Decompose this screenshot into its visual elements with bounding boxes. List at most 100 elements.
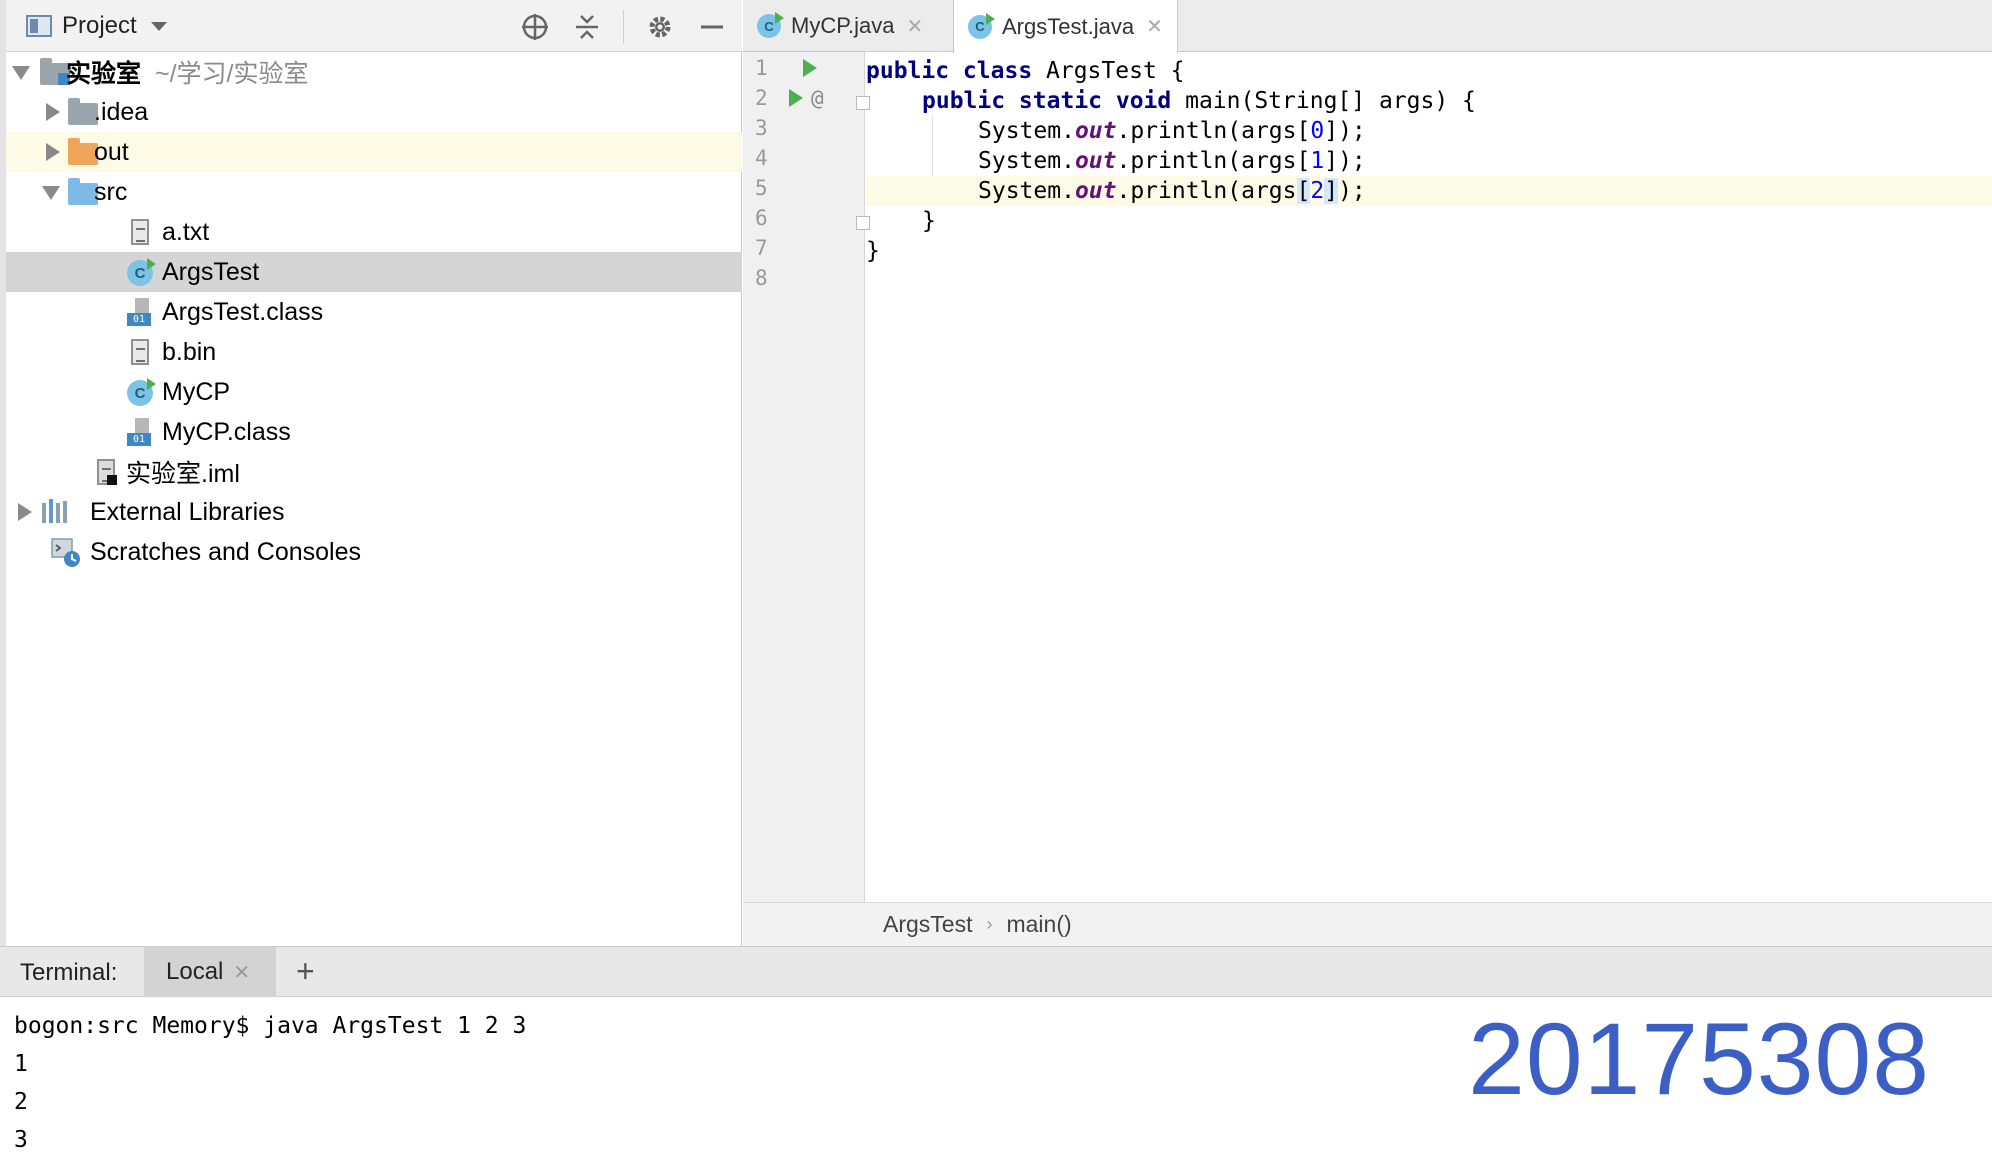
chevron-right-icon: › [986, 914, 993, 934]
terminal-tab-label: Local [166, 958, 224, 985]
line-number: 5 [755, 176, 768, 200]
locate-file-icon[interactable] [519, 11, 551, 43]
expanded-arrow-icon[interactable] [42, 186, 60, 200]
tab-mycp-java[interactable]: C MyCP.java ✕ [743, 0, 937, 52]
line-number: 1 [755, 56, 768, 80]
project-header: Project [6, 0, 742, 52]
tree-label: MyCP [162, 377, 231, 406]
line-number: 6 [755, 206, 768, 230]
tree-label: b.bin [162, 337, 217, 366]
minimize-icon[interactable] [696, 11, 728, 43]
tree-label: MyCP.class [162, 417, 291, 446]
java-class-icon: C [968, 12, 995, 39]
tree-item-argstest[interactable]: C ArgsTest [6, 252, 742, 292]
tree-item-scratches[interactable]: Scratches and Consoles [6, 532, 742, 572]
code-line-3: System.out.println(args[0]); [978, 118, 1366, 144]
code-line-2: public static void main(String[] args) { [922, 88, 1476, 114]
tree-label: ArgsTest [162, 257, 260, 286]
toolbar-separator [623, 10, 624, 44]
code-line-7: } [866, 238, 880, 264]
terminal-output[interactable]: bogon:src Memory$ java ArgsTest 1 2 3 1 2 3 [14, 1007, 526, 1159]
tree-item-mycp[interactable]: C MyCP [6, 372, 742, 412]
collapsed-arrow-icon[interactable] [18, 503, 32, 521]
tree-item-root[interactable]: 实验室 ~/学习/实验室 [6, 52, 742, 92]
code-line-6: } [922, 208, 936, 234]
binary-file-icon: 01 [124, 417, 154, 447]
code-line-1: public class ArgsTest { [866, 58, 1185, 84]
breadcrumb-method[interactable]: main() [1006, 911, 1071, 938]
tree-label: .idea [94, 97, 149, 126]
scratches-icon [50, 537, 80, 567]
tree-item-idea[interactable]: .idea [6, 92, 742, 132]
run-main-icon[interactable] [789, 89, 803, 107]
tab-label: ArgsTest.java [1002, 13, 1135, 39]
tree-label: out [94, 137, 129, 166]
text-file-icon [124, 217, 154, 247]
editor-gutter[interactable]: 1 2 3 4 5 6 7 8 @ [743, 52, 870, 902]
project-view-selector[interactable]: Project [26, 11, 167, 41]
terminal-line: 2 [14, 1089, 28, 1115]
collapsed-arrow-icon[interactable] [46, 143, 60, 161]
terminal-line: bogon:src Memory$ java ArgsTest 1 2 3 [14, 1013, 527, 1039]
java-class-icon: C [124, 257, 156, 287]
project-title: Project [62, 12, 137, 39]
tree-item-out[interactable]: out [6, 132, 742, 172]
tree-item-iml[interactable]: 实验室.iml [6, 452, 742, 492]
root-name: 实验室 [66, 60, 142, 88]
tree-item-a-txt[interactable]: a.txt [6, 212, 742, 252]
expanded-arrow-icon[interactable] [12, 66, 30, 80]
tree-label: ArgsTest.class [162, 297, 324, 326]
line-number: 2 [755, 86, 768, 110]
run-class-icon[interactable] [803, 59, 817, 77]
project-icon [26, 15, 52, 37]
chevron-down-icon [150, 21, 167, 31]
code-editor[interactable]: public class ArgsTest { public static vo… [866, 52, 1992, 902]
code-line-4: System.out.println(args[1]); [978, 148, 1366, 174]
binary-file-icon: 01 [124, 297, 154, 327]
java-class-icon: C [757, 12, 784, 38]
tree-label: Scratches and Consoles [90, 537, 361, 566]
collapsed-arrow-icon[interactable] [46, 103, 60, 121]
terminal-header: Terminal: Local ✕ + [0, 947, 1992, 997]
tree-label: External Libraries [90, 497, 285, 526]
close-icon[interactable]: ✕ [233, 960, 250, 985]
java-class-icon: C [124, 377, 156, 407]
breadcrumb: ArgsTest › main() [743, 902, 1992, 946]
close-icon[interactable]: ✕ [907, 14, 924, 39]
library-icon [40, 497, 70, 527]
tree-label: src [94, 177, 128, 206]
tree-item-src[interactable]: src [6, 172, 742, 212]
line-number: 4 [755, 146, 768, 170]
line-number: 7 [755, 236, 768, 260]
line-number: 8 [755, 266, 768, 290]
tab-label: MyCP.java [791, 13, 895, 38]
tree-item-argstest-class[interactable]: 01 ArgsTest.class [6, 292, 742, 332]
line-number: 3 [755, 116, 768, 140]
terminal-line: 1 [14, 1051, 28, 1077]
terminal-tab-local[interactable]: Local ✕ [144, 947, 276, 997]
tab-argstest-java[interactable]: C ArgsTest.java ✕ [953, 0, 1178, 53]
tree-item-mycp-class[interactable]: 01 MyCP.class [6, 412, 742, 452]
gear-icon[interactable] [644, 11, 676, 43]
root-path: ~/学习/实验室 [155, 60, 309, 88]
text-file-icon [124, 337, 154, 367]
project-tool-window: Project 实验室 ~/学习/实验室 .idea out src a.txt… [0, 0, 742, 946]
module-file-icon [90, 457, 120, 487]
terminal-line: 3 [14, 1127, 28, 1153]
breadcrumb-class[interactable]: ArgsTest [883, 911, 972, 938]
student-id-watermark: 20175308 [1468, 1002, 1930, 1116]
tree-item-b-bin[interactable]: b.bin [6, 332, 742, 372]
code-line-5: System.out.println(args[2]); [866, 176, 1992, 206]
tree-label: 实验室.iml [126, 460, 240, 488]
annotation-marker-icon[interactable]: @ [811, 86, 824, 110]
editor-tab-bar: C MyCP.java ✕ C ArgsTest.java ✕ [743, 0, 1992, 53]
editor-area: C MyCP.java ✕ C ArgsTest.java ✕ 1 2 3 4 … [743, 0, 1992, 946]
terminal-title: Terminal: [20, 959, 118, 986]
terminal-tool-window: Terminal: Local ✕ + bogon:src Memory$ ja… [0, 946, 1992, 1168]
tree-item-external-libraries[interactable]: External Libraries [6, 492, 742, 532]
new-terminal-button[interactable]: + [296, 953, 315, 990]
collapse-all-icon[interactable] [571, 11, 603, 43]
close-icon[interactable]: ✕ [1146, 14, 1163, 39]
tree-label: a.txt [162, 217, 210, 246]
